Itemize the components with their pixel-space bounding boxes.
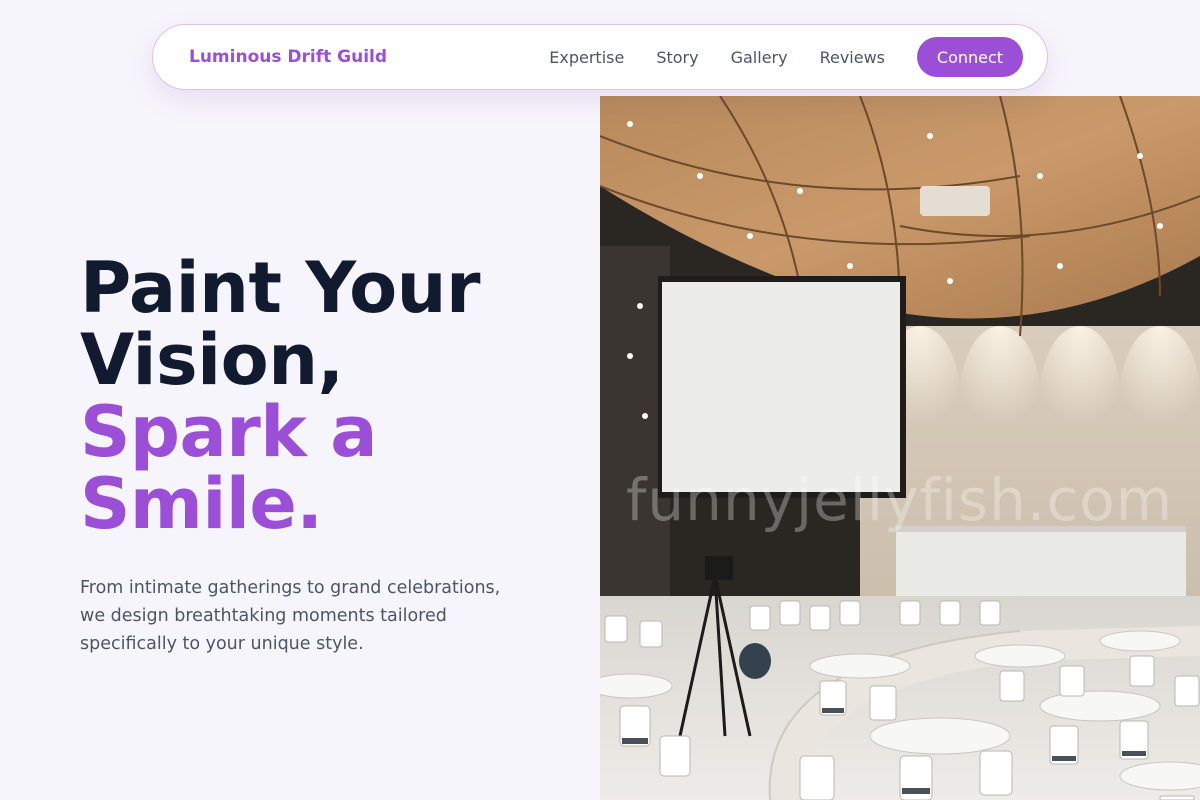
hero-headline: Paint Your Vision, Spark a Smile.: [80, 252, 580, 540]
hero-image-conference-hall: funnyjellyfish.com: [600, 96, 1200, 800]
nav-link-reviews[interactable]: Reviews: [820, 48, 885, 67]
headline-accent-line-1: Spark a: [80, 391, 377, 473]
hero-description: From intimate gatherings to grand celebr…: [80, 578, 501, 654]
conference-hall-illustration: [600, 96, 1200, 800]
top-navbar: Luminous Drift Guild Expertise Story Gal…: [152, 24, 1048, 90]
headline-accent-line-2: Smile.: [80, 463, 323, 545]
landing-page: Luminous Drift Guild Expertise Story Gal…: [0, 0, 1200, 800]
brand-logo[interactable]: Luminous Drift Guild: [189, 47, 387, 67]
connect-button[interactable]: Connect: [917, 37, 1023, 77]
image-watermark: funnyjellyfish.com: [626, 466, 1174, 534]
nav-link-expertise[interactable]: Expertise: [549, 48, 624, 67]
headline-line-2: Vision,: [80, 319, 344, 401]
nav-link-gallery[interactable]: Gallery: [731, 48, 788, 67]
nav-link-story[interactable]: Story: [656, 48, 698, 67]
headline-line-1: Paint Your: [80, 247, 481, 329]
nav-links: Expertise Story Gallery Reviews: [549, 48, 885, 67]
hero-text: Paint Your Vision, Spark a Smile. From i…: [80, 252, 580, 658]
